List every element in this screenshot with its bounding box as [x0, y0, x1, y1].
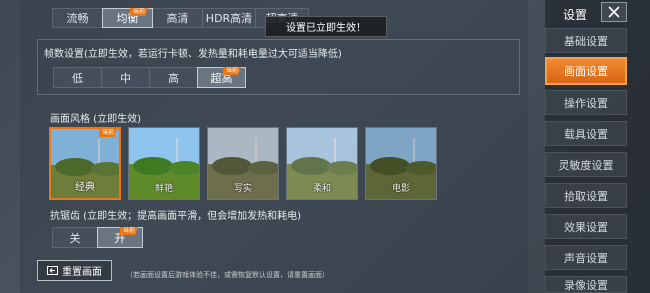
aa-option-off[interactable]: 关 [52, 227, 98, 248]
aa-title: 抗锯齿 (立即生效；提高画面平滑，但会增加发热和耗电) [50, 211, 301, 222]
style-title: 画面风格 (立即生效) [50, 114, 141, 125]
quality-option-hd[interactable]: 高清 [152, 8, 203, 28]
sidebar-item-sensitivity[interactable]: 灵敏度设置 [545, 152, 627, 177]
current-tag: 当前 [129, 8, 148, 16]
style-option-soft[interactable]: 柔和 [286, 127, 358, 200]
sidebar-item-sound[interactable]: 声音设置 [545, 245, 627, 270]
sidebar-item-controls[interactable]: 操作设置 [545, 90, 627, 115]
style-label: 柔和 [312, 184, 331, 194]
quality-option-smooth[interactable]: 流畅 [52, 8, 103, 28]
style-option-classic[interactable]: 当前 经典 [49, 127, 121, 200]
sidebar-item-pickup[interactable]: 拾取设置 [545, 183, 627, 208]
sidebar-item-basic[interactable]: 基础设置 [545, 28, 627, 53]
style-selector: 当前 经典 鲜艳 写实 柔和 电影 [49, 127, 444, 200]
reset-graphics-button[interactable]: 重置画面 [37, 260, 112, 281]
style-label: 经典 [75, 182, 95, 193]
fps-option-low[interactable]: 低 [53, 67, 102, 88]
quality-option-balanced[interactable]: 当前 均衡 [102, 8, 153, 28]
style-label: 电影 [391, 184, 410, 194]
current-tag: 当前 [119, 227, 138, 235]
sidebar-item-vehicle[interactable]: 载具设置 [545, 121, 627, 146]
fps-option-ultra[interactable]: 当前 超高 [197, 67, 246, 88]
style-label: 写实 [233, 184, 252, 194]
reset-note: （若画面设置后游戏体验不佳，或需恢复默认设置，请重置画面） [126, 271, 329, 279]
toast-message: 设置已立即生效！ [265, 16, 387, 37]
style-option-cinema[interactable]: 电影 [365, 127, 437, 200]
close-icon [608, 6, 620, 18]
style-option-vivid[interactable]: 鲜艳 [128, 127, 200, 200]
style-label: 鲜艳 [154, 184, 173, 194]
fps-selector: 低 中 高 当前 超高 [53, 67, 246, 88]
aa-selector: 关 当前 开 [52, 227, 143, 248]
current-tag: 当前 [222, 67, 241, 75]
quality-option-hdr[interactable]: HDR高清 [202, 8, 256, 28]
reset-label: 重置画面 [62, 267, 102, 278]
sidebar-item-replay[interactable]: 录像设置 [545, 276, 627, 293]
close-button[interactable] [601, 2, 627, 22]
sidebar-item-effects[interactable]: 效果设置 [545, 214, 627, 239]
fps-title: 帧数设置(立即生效，若运行卡顿、发热量和耗电量过大可适当降低) [44, 49, 342, 60]
reset-icon [47, 266, 58, 275]
current-tag: 当前 [98, 129, 117, 137]
sidebar-title: 设置 [563, 8, 588, 22]
sidebar-item-graphics[interactable]: 画面设置 [545, 57, 627, 85]
style-option-realistic[interactable]: 写实 [207, 127, 279, 200]
fps-option-medium[interactable]: 中 [101, 67, 150, 88]
aa-option-on[interactable]: 当前 开 [97, 227, 143, 248]
fps-option-high[interactable]: 高 [149, 67, 198, 88]
